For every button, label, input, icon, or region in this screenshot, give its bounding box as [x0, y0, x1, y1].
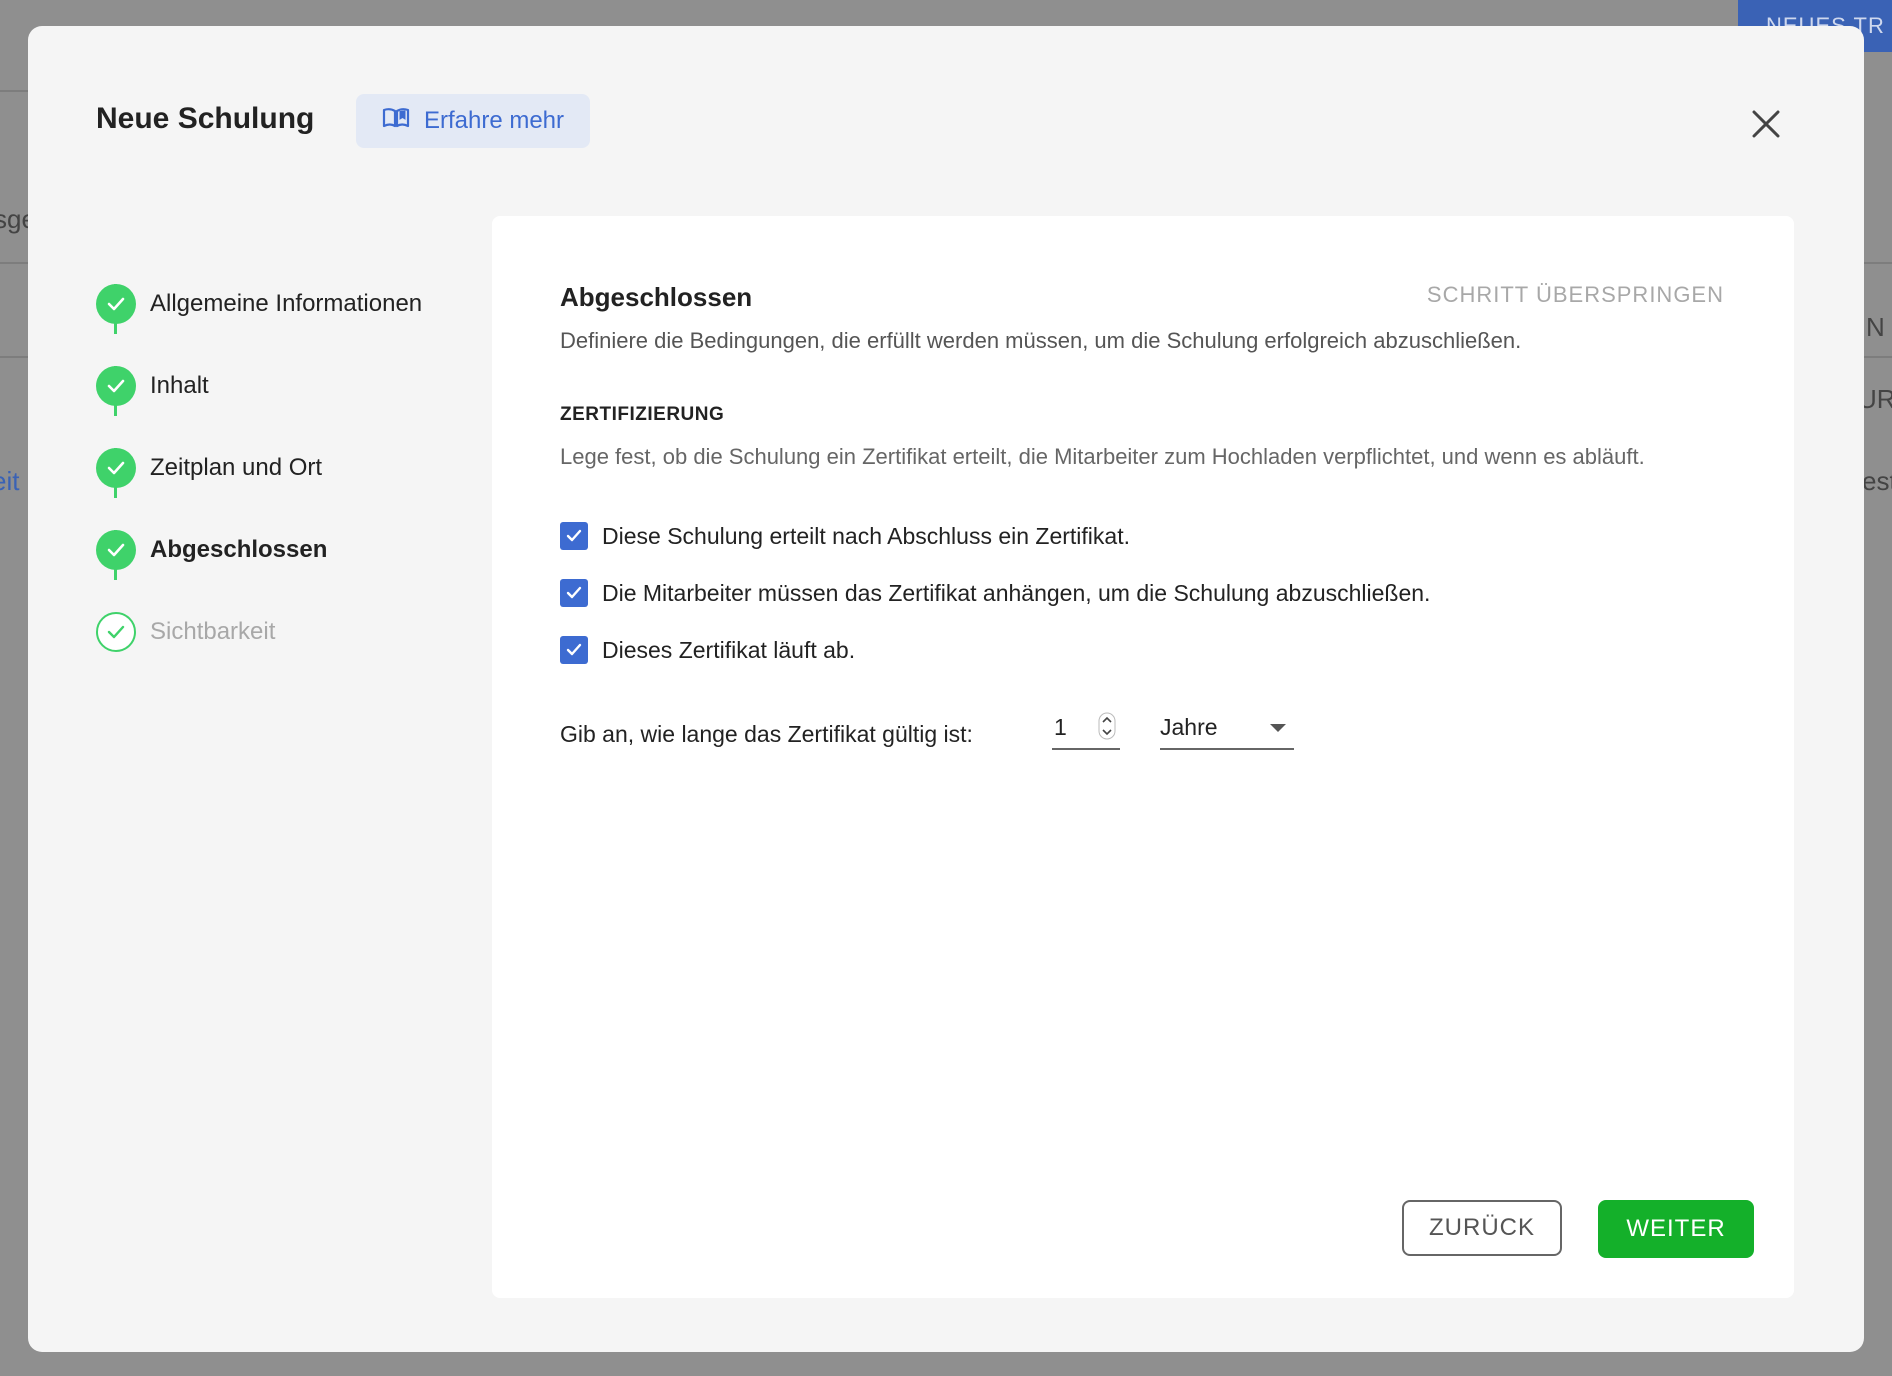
- dropdown-arrow-icon: [1270, 724, 1286, 732]
- validity-label: Gib an, wie lange das Zertifikat gültig …: [560, 721, 973, 747]
- checkbox-certificate-expires[interactable]: Dieses Zertifikat läuft ab.: [560, 636, 855, 664]
- background-divider: [0, 356, 28, 358]
- background-divider: [0, 262, 28, 264]
- validity-value: 1: [1054, 713, 1067, 740]
- checkbox-label: Die Mitarbeiter müssen das Zertifikat an…: [602, 579, 1431, 606]
- background-divider: [1864, 262, 1892, 264]
- skip-step-button[interactable]: SCHRITT ÜBERSPRINGEN: [1427, 282, 1724, 308]
- dialog-title: Neue Schulung: [96, 102, 315, 135]
- next-button[interactable]: WEITER: [1598, 1200, 1754, 1258]
- checkbox-label: Dieses Zertifikat läuft ab.: [602, 636, 856, 663]
- checkbox-checked-icon[interactable]: [560, 636, 588, 664]
- open-book-icon: [382, 106, 410, 137]
- check-icon: [96, 530, 136, 570]
- background-divider: [0, 90, 28, 92]
- step-label: Allgemeine Informationen: [150, 290, 423, 317]
- background-divider: [1864, 356, 1892, 358]
- validity-number-input[interactable]: 1: [1052, 706, 1120, 750]
- check-icon: [96, 448, 136, 488]
- check-outline-icon: [96, 612, 136, 652]
- new-training-dialog: Neue Schulung Erfahre mehr Allgemeine In…: [28, 26, 1864, 1352]
- certification-description: Lege fest, ob die Schulung ein Zertifika…: [560, 444, 1645, 469]
- validity-unit-select[interactable]: Jahre: [1160, 706, 1294, 750]
- stepper-arrows-icon[interactable]: [1098, 712, 1116, 740]
- learn-more-button[interactable]: Erfahre mehr: [356, 94, 590, 148]
- section-description: Definiere die Bedingungen, die erfüllt w…: [560, 328, 1522, 353]
- check-icon: [96, 366, 136, 406]
- validity-unit-value: Jahre: [1160, 713, 1218, 740]
- step-label: Sichtbarkeit: [150, 618, 276, 645]
- step-label: Abgeschlossen: [150, 536, 328, 563]
- step-label: Zeitplan und Ort: [150, 454, 323, 481]
- check-icon: [96, 284, 136, 324]
- checkbox-checked-icon[interactable]: [560, 522, 588, 550]
- section-heading: Abgeschlossen: [560, 282, 753, 312]
- checkbox-checked-icon[interactable]: [560, 579, 588, 607]
- step-visibility[interactable]: Sichtbarkeit: [96, 612, 275, 652]
- checkbox-label: Diese Schulung erteilt nach Abschluss ei…: [602, 522, 1130, 549]
- background-text: N: [1866, 312, 1885, 342]
- checkbox-issues-certificate[interactable]: Diese Schulung erteilt nach Abschluss ei…: [560, 522, 1130, 550]
- step-content[interactable]: Inhalt: [96, 366, 209, 406]
- back-button[interactable]: ZURÜCK: [1402, 1200, 1562, 1256]
- step-completed[interactable]: Abgeschlossen: [96, 530, 327, 570]
- close-icon[interactable]: [1744, 102, 1788, 146]
- learn-more-label: Erfahre mehr: [423, 107, 565, 134]
- step-label: Inhalt: [150, 372, 209, 399]
- step-general-information[interactable]: Allgemeine Informationen: [96, 284, 422, 324]
- step-schedule-location[interactable]: Zeitplan und Ort: [96, 448, 322, 488]
- background-link: eit: [0, 466, 20, 496]
- certification-heading: ZERTIFIZIERUNG: [560, 404, 725, 425]
- background-text: est: [1862, 466, 1892, 496]
- step-content-card: Abgeschlossen SCHRITT ÜBERSPRINGEN Defin…: [492, 216, 1794, 1298]
- checkbox-attach-certificate[interactable]: Die Mitarbeiter müssen das Zertifikat an…: [560, 579, 1430, 607]
